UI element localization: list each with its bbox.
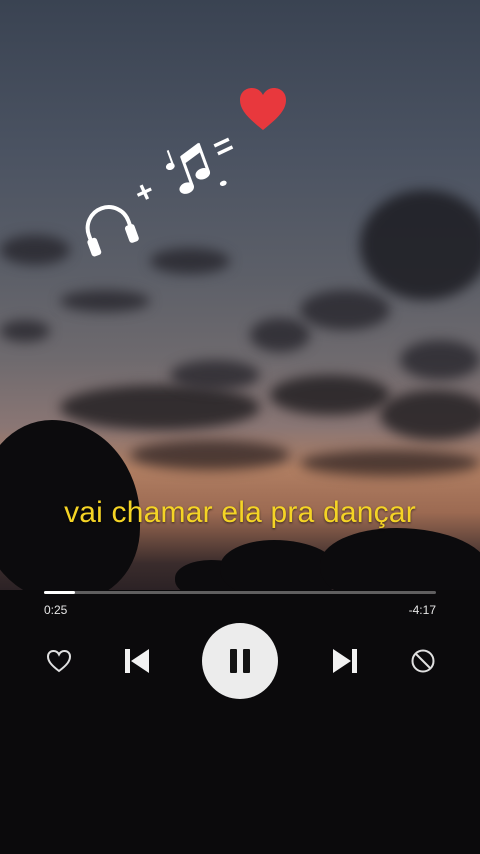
red-heart-icon — [240, 88, 286, 130]
pause-button[interactable] — [202, 623, 278, 699]
skip-previous-icon — [125, 649, 149, 673]
block-button[interactable] — [408, 646, 438, 676]
headphones-icon — [85, 205, 139, 257]
pause-icon — [230, 649, 250, 673]
progress-fill — [44, 591, 76, 594]
heart-outline-icon — [46, 649, 72, 673]
skip-next-icon — [333, 649, 357, 673]
lyrics-line: vai chamar ela pra dançar — [64, 496, 416, 529]
like-button[interactable] — [44, 647, 74, 675]
previous-button[interactable] — [120, 644, 154, 678]
progress-bar[interactable] — [44, 591, 436, 594]
next-button[interactable] — [328, 644, 362, 678]
block-icon — [411, 649, 435, 673]
sticker-overlay: + = — [0, 0, 480, 854]
remaining-time: -4:17 — [408, 603, 436, 617]
elapsed-time: 0:25 — [44, 603, 68, 617]
